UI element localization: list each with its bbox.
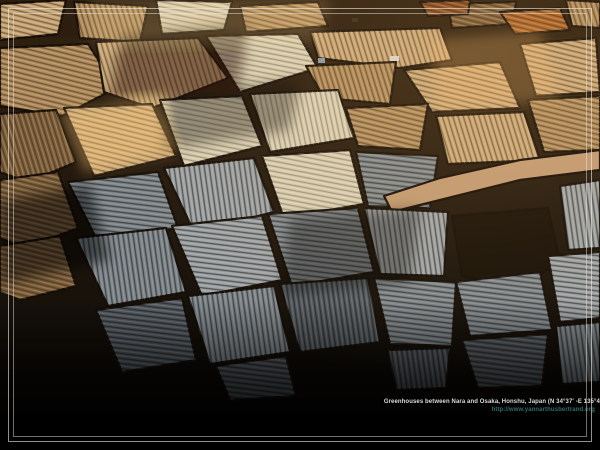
desktop-wallpaper: Greenhouses between Nara and Osaka, Hons… xyxy=(0,0,600,450)
caption-url: http://www.yannarthusbertrand.org xyxy=(380,407,600,414)
photo-caption: Greenhouses between Nara and Osaka, Hons… xyxy=(380,395,600,414)
bottom-black-strip xyxy=(0,412,600,450)
caption-title: Greenhouses between Nara and Osaka, Hons… xyxy=(380,398,600,407)
greenhouse-aerial-photo xyxy=(0,0,600,450)
